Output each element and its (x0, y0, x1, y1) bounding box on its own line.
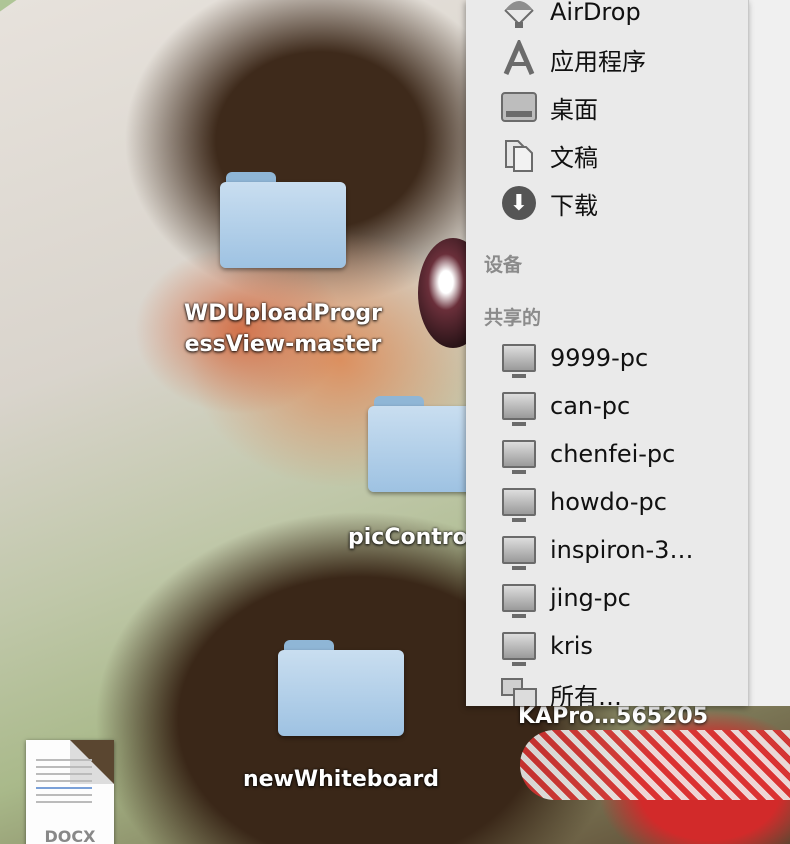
network-icon (498, 676, 540, 706)
section-header-shared: 共享的 (484, 307, 542, 329)
computer-icon (498, 628, 540, 666)
finder-sidebar: AirDrop 应用程序 桌面 文稿 ⬇ 下载 设备 共享的 9999-pc c… (466, 0, 749, 706)
computer-icon (498, 484, 540, 522)
computer-icon (498, 580, 540, 618)
folder-label: picContro (348, 525, 468, 550)
computer-icon (498, 436, 540, 474)
sidebar-item-label: jing-pc (550, 584, 631, 612)
sidebar-item-applications[interactable]: 应用程序 (466, 37, 748, 81)
folder-wduploadprogressview[interactable]: WDUploadProgr essView-master (176, 172, 390, 360)
sidebar-item-label: 下载 (550, 191, 598, 220)
sidebar-item-desktop[interactable]: 桌面 (466, 85, 748, 129)
folder-label-line2: essView-master (184, 332, 382, 357)
documents-icon (498, 137, 540, 173)
sidebar-item-kris[interactable]: kris (466, 624, 748, 668)
finder-content-area (748, 0, 790, 706)
sidebar-item-label: kris (550, 632, 593, 660)
sidebar-item-jing-pc[interactable]: jing-pc (466, 576, 748, 620)
wallpaper-checker (520, 730, 790, 800)
sidebar-item-can-pc[interactable]: can-pc (466, 384, 748, 428)
computer-icon (498, 532, 540, 570)
sidebar-item-airdrop[interactable]: AirDrop (466, 0, 748, 34)
folder-piccontrol[interactable]: picContro (346, 396, 494, 553)
sidebar-item-chenfei-pc[interactable]: chenfei-pc (466, 432, 748, 476)
folder-newwhiteboard[interactable]: newWhiteboard (236, 640, 446, 795)
file-extension-label: DOCX (44, 827, 96, 844)
sidebar-item-9999-pc[interactable]: 9999-pc (466, 336, 748, 380)
wallpaper-stripe (0, 0, 265, 34)
folder-label: newWhiteboard (242, 767, 440, 792)
sidebar-item-documents[interactable]: 文稿 (466, 133, 748, 177)
applications-icon (498, 40, 540, 77)
computer-icon (498, 340, 540, 378)
sidebar-item-label: 文稿 (550, 143, 598, 172)
folder-icon (220, 172, 346, 268)
sidebar-item-label: howdo-pc (550, 488, 667, 516)
sidebar-item-label: can-pc (550, 392, 631, 420)
folder-icon (278, 640, 404, 736)
docx-file[interactable]: DOCX (26, 740, 114, 844)
sidebar-item-howdo-pc[interactable]: howdo-pc (466, 480, 748, 524)
downloads-icon: ⬇ (498, 185, 540, 221)
computer-icon (498, 388, 540, 426)
desktop-item-label[interactable]: KAPro…565205 (518, 704, 708, 729)
sidebar-item-downloads[interactable]: ⬇ 下载 (466, 181, 748, 225)
sidebar-item-label: inspiron-3… (550, 536, 694, 564)
document-lines (36, 754, 92, 808)
sidebar-item-label: chenfei-pc (550, 440, 676, 468)
sidebar-item-label: 应用程序 (550, 47, 646, 76)
sidebar-item-label: AirDrop (550, 0, 641, 26)
sidebar-item-label: 所有… (550, 682, 622, 707)
folder-label-line1: WDUploadProgr (183, 301, 383, 326)
desktop-icon (498, 89, 540, 125)
airdrop-icon (498, 0, 540, 30)
sidebar-item-label: 桌面 (550, 95, 598, 124)
sidebar-item-label: 9999-pc (550, 344, 649, 372)
sidebar-item-inspiron[interactable]: inspiron-3… (466, 528, 748, 572)
section-header-devices: 设备 (484, 254, 523, 276)
sidebar-item-all[interactable]: 所有… (466, 672, 748, 706)
